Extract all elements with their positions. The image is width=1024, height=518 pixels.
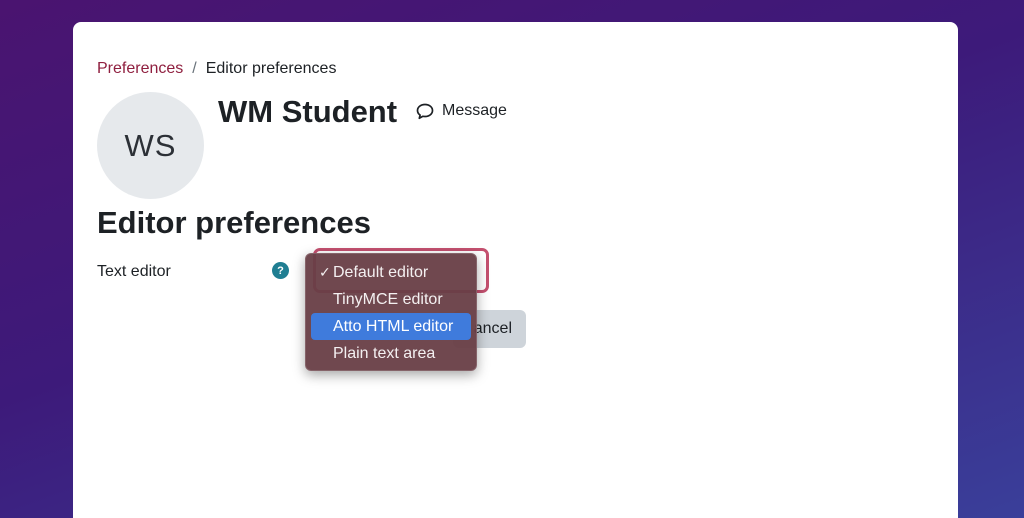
avatar-initials: WS xyxy=(124,127,177,163)
dropdown-option-default-editor[interactable]: ✓ Default editor xyxy=(311,259,471,286)
breadcrumb-preferences-link[interactable]: Preferences xyxy=(97,60,183,78)
dropdown-option-atto-html-editor[interactable]: Atto HTML editor xyxy=(311,313,471,340)
cancel-button-label: ancel xyxy=(473,320,512,337)
dropdown-option-label: TinyMCE editor xyxy=(333,290,443,308)
main-card: Preferences / Editor preferences WS WM S… xyxy=(73,22,958,518)
breadcrumb-separator: / xyxy=(192,60,197,77)
breadcrumb: Preferences / Editor preferences xyxy=(97,60,336,78)
help-icon[interactable]: ? xyxy=(272,262,289,279)
text-editor-label: Text editor xyxy=(97,263,171,280)
chat-bubble-icon xyxy=(416,103,434,120)
checkmark-icon: ✓ xyxy=(319,264,331,280)
dropdown-option-label: Atto HTML editor xyxy=(333,317,454,335)
avatar: WS xyxy=(97,92,204,199)
page-title: Editor preferences xyxy=(97,205,371,240)
breadcrumb-current: Editor preferences xyxy=(205,60,337,77)
dropdown-option-tinymce-editor[interactable]: TinyMCE editor xyxy=(311,286,471,313)
dropdown-option-plain-text-area[interactable]: Plain text area xyxy=(311,340,471,367)
dropdown-option-label: Default editor xyxy=(333,263,429,281)
message-button[interactable]: Message xyxy=(416,102,507,120)
user-name: WM Student xyxy=(218,94,398,129)
dropdown-option-label: Plain text area xyxy=(333,344,436,362)
text-editor-dropdown-menu: ✓ Default editor TinyMCE editor Atto HTM… xyxy=(305,253,477,371)
message-label: Message xyxy=(442,102,507,119)
